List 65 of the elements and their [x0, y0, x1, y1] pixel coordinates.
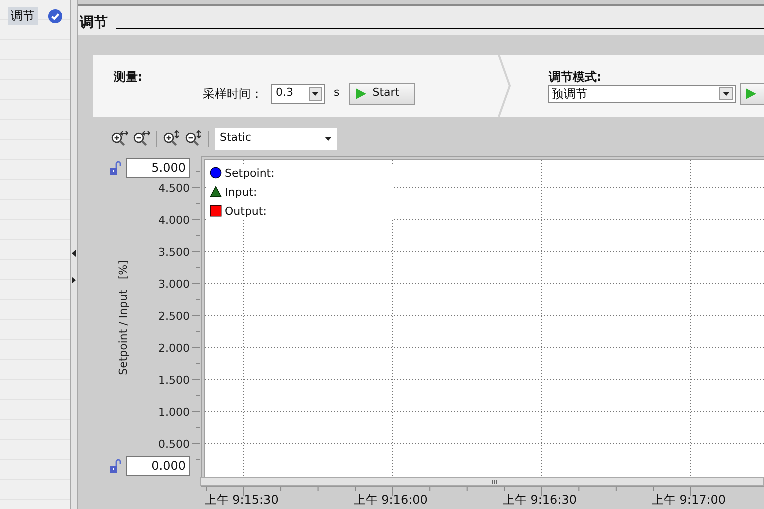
- minor-tick: [196, 203, 200, 204]
- minor-tick: [196, 331, 200, 332]
- y-tick-label: 4.500: [158, 182, 190, 194]
- tick-mark: [192, 187, 200, 188]
- caret-icon: [325, 136, 332, 141]
- caret-icon: [312, 92, 319, 96]
- tuning-mode-dropdown[interactable]: 预调节: [548, 84, 736, 103]
- tick-mark: [192, 443, 200, 444]
- y-tick-label: 2.500: [158, 310, 190, 322]
- minor-tick: [196, 459, 200, 460]
- zoom-in-horizontal-icon[interactable]: [111, 130, 128, 148]
- zoom-out-vertical-icon[interactable]: [185, 130, 202, 148]
- play-icon: [354, 88, 367, 100]
- horizontal-scrollbar[interactable]: [200, 477, 764, 486]
- y-min-field[interactable]: 0.000: [126, 456, 190, 476]
- minor-tick: [196, 299, 200, 300]
- y-tick-label: 3.500: [158, 246, 190, 258]
- editor-title: 调节: [80, 16, 108, 30]
- section-title: 测量:: [114, 68, 143, 86]
- unlocked-lock-icon[interactable]: [110, 458, 122, 472]
- tick-mark: [192, 347, 200, 348]
- section-title: 调节模式:: [549, 68, 602, 86]
- view-mode-dropdown[interactable]: Static: [215, 128, 337, 150]
- scroll-grip-icon[interactable]: [492, 479, 498, 484]
- x-tick-label: 上午 9:16:30: [502, 492, 577, 506]
- y-max-field[interactable]: 5.000: [126, 158, 190, 178]
- tick-mark: [192, 283, 200, 284]
- x-tick-label: 上午 9:15:30: [204, 492, 279, 506]
- tick-mark: [192, 219, 200, 220]
- y-tick-label: 1.500: [158, 374, 190, 386]
- minor-tick: [196, 171, 200, 172]
- minor-tick: [196, 235, 200, 236]
- tick-mark: [192, 315, 200, 316]
- collapse-left-icon[interactable]: [72, 250, 76, 257]
- sampling-time-dropdown[interactable]: 0.3: [271, 84, 325, 104]
- legend-label: Input:: [225, 186, 258, 198]
- unit-label: s: [334, 85, 340, 102]
- expand-right-icon[interactable]: [72, 277, 76, 284]
- y-tick-label: 3.000: [158, 278, 190, 290]
- minor-tick: [196, 267, 200, 268]
- zoom-in-vertical-icon[interactable]: [163, 130, 180, 148]
- zoom-out-horizontal-icon[interactable]: [133, 130, 150, 148]
- start-button[interactable]: Start: [348, 82, 415, 105]
- play-button[interactable]: [740, 82, 764, 105]
- nav-item[interactable]: 调节: [8, 7, 38, 25]
- tick-mark: [192, 251, 200, 252]
- minor-tick: [196, 395, 200, 396]
- play-icon: [745, 88, 757, 100]
- y-tick-label: 1.000: [158, 406, 190, 418]
- y-tick-label: 0.500: [158, 438, 190, 450]
- minor-tick: [196, 363, 200, 364]
- field-label: 采样时间：: [203, 86, 263, 103]
- x-tick-label: 上午 9:17:00: [652, 492, 726, 506]
- step-separator: [498, 54, 512, 117]
- tick-mark: [192, 379, 200, 380]
- y-tick-label: 2.000: [158, 342, 190, 354]
- y-tick-label: 4.000: [158, 214, 190, 226]
- unlocked-lock-icon[interactable]: [110, 160, 122, 174]
- legend-label: Output:: [225, 204, 267, 218]
- x-tick-label: 上午 9:16:00: [354, 492, 428, 506]
- legend-label: Setpoint:: [225, 166, 275, 180]
- minor-tick: [196, 427, 200, 428]
- tick-mark: [192, 411, 200, 412]
- y-axis-title: Setpoint / Input [%]: [117, 260, 130, 375]
- caret-icon: [722, 92, 730, 96]
